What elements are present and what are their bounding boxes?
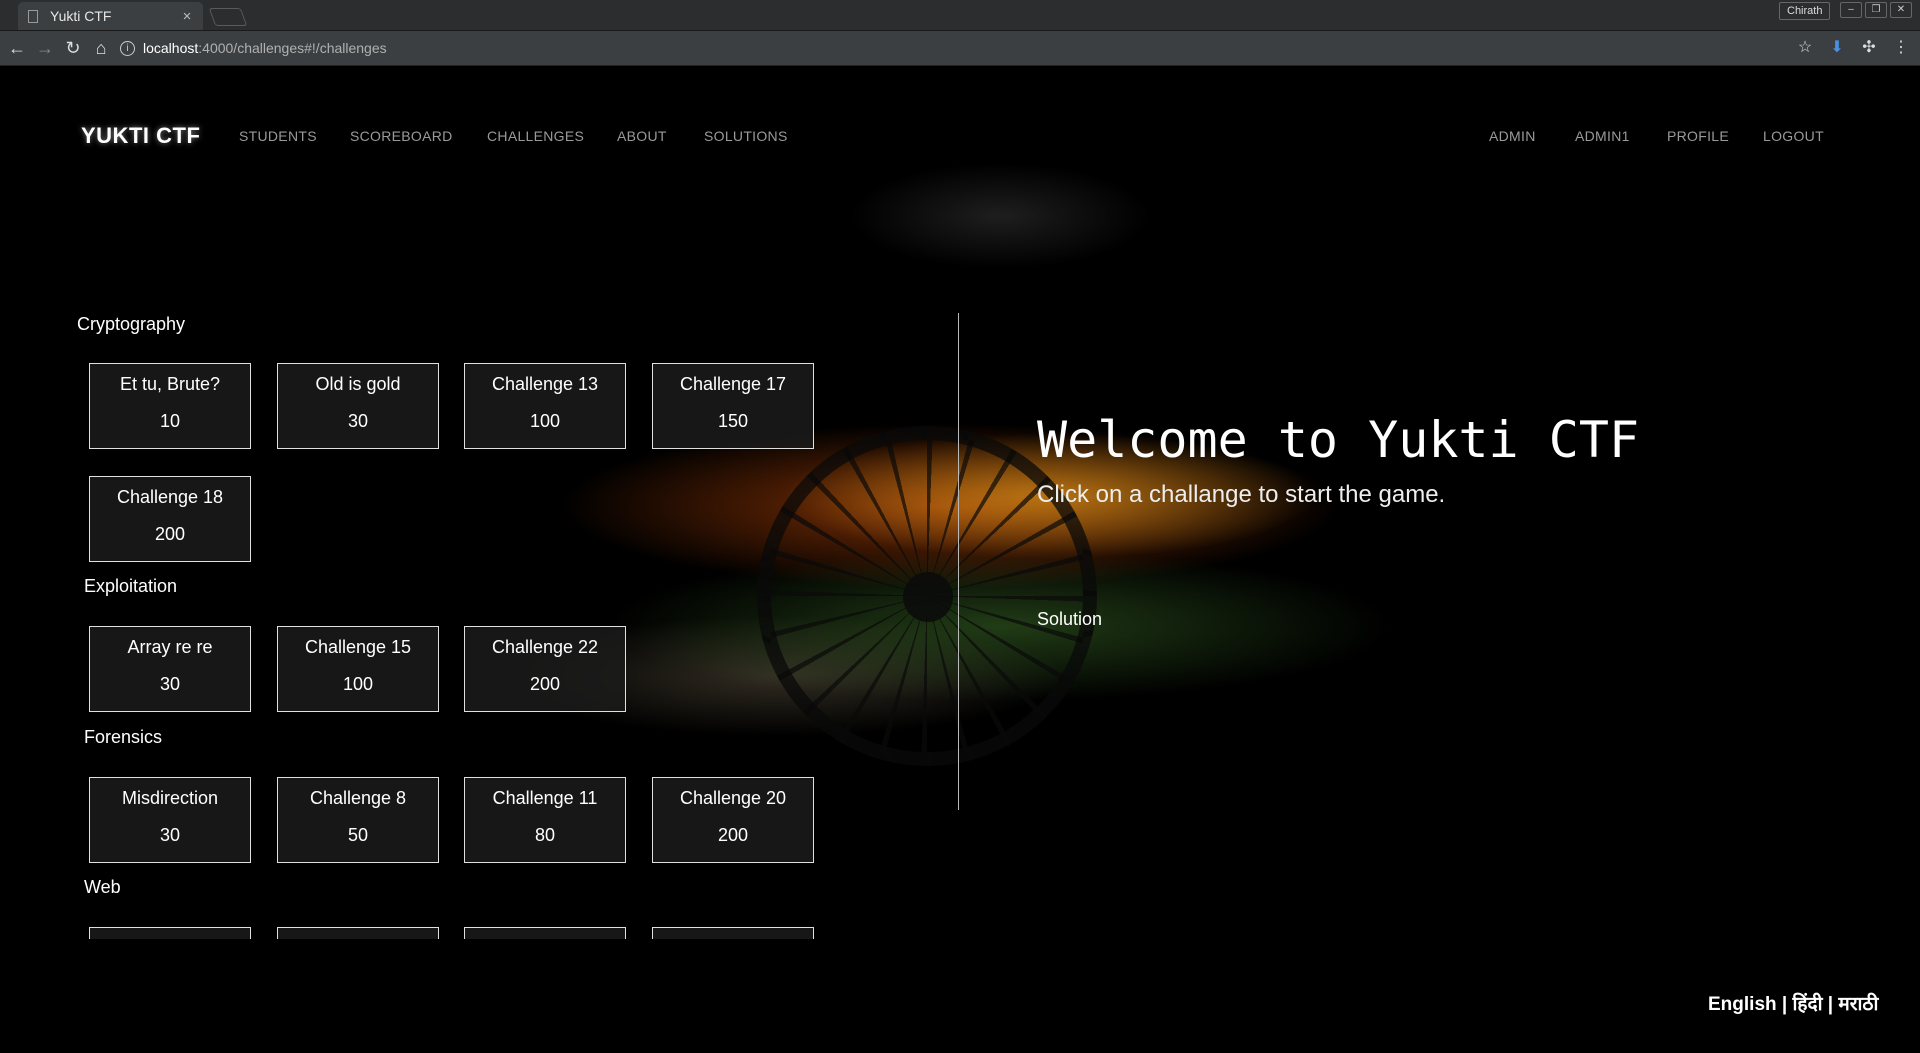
challenge-card[interactable]: Challenge 11 80 — [464, 777, 626, 863]
restore-icon[interactable]: ❐ — [1865, 2, 1887, 18]
challenge-name: Old is gold — [315, 374, 401, 394]
url-path: :4000/challenges#!/challenges — [198, 40, 387, 56]
challenge-card[interactable]: Challenge 17 150 — [652, 363, 814, 449]
category-web: Web — [84, 877, 121, 897]
challenge-card[interactable]: Challenge 20 200 — [652, 777, 814, 863]
challenge-name: Challenge 13 — [491, 374, 599, 394]
browser-tab[interactable]: Yukti CTF × — [18, 2, 203, 30]
challenge-name: Array re re — [127, 637, 213, 657]
challenge-points: 100 — [529, 411, 561, 431]
challenge-name: Challenge 8 — [309, 788, 407, 808]
challenge-name: Challenge 15 — [304, 637, 412, 657]
challenge-points: 200 — [529, 674, 561, 694]
profile-chip[interactable]: Chirath — [1779, 2, 1831, 20]
new-tab-button[interactable] — [208, 8, 248, 26]
challenge-name: Misdirection — [121, 788, 219, 808]
tab-close-icon[interactable]: × — [177, 8, 197, 25]
challenge-points: 200 — [154, 524, 186, 544]
challenge-points: 80 — [534, 825, 556, 845]
challenge-points: 30 — [159, 825, 181, 845]
challenge-card[interactable] — [89, 927, 251, 939]
challenge-name: Challenge 22 — [491, 637, 599, 657]
category-forensics: Forensics — [84, 727, 163, 747]
page-icon — [28, 9, 38, 23]
challenge-name: Challenge 20 — [679, 788, 787, 808]
info-icon[interactable]: i — [120, 40, 135, 56]
challenge-card[interactable]: Et tu, Brute? 10 — [89, 363, 251, 449]
nav-logout[interactable]: LOGOUT — [1763, 128, 1824, 144]
vertical-divider — [958, 313, 959, 810]
extension-icon[interactable]: ✣ — [1858, 37, 1880, 59]
window-controls: – ❐ ✕ — [1840, 2, 1912, 18]
solution-link[interactable]: Solution — [1037, 609, 1102, 630]
challenge-card[interactable]: Old is gold 30 — [277, 363, 439, 449]
welcome-heading: Welcome to Yukti CTF — [1037, 411, 1640, 469]
challenge-points: 150 — [717, 411, 749, 431]
welcome-subtitle: Click on a challange to start the game. — [1037, 481, 1446, 508]
challenge-points: 100 — [342, 674, 374, 694]
challenge-points: 50 — [347, 825, 369, 845]
browser-tab-strip: Yukti CTF × Chirath – ❐ ✕ — [0, 0, 1920, 31]
challenge-name: Challenge 17 — [679, 374, 787, 394]
download-icon[interactable]: ⬇ — [1826, 37, 1848, 59]
back-icon[interactable]: ← — [6, 37, 28, 59]
forward-icon[interactable]: → — [34, 37, 56, 59]
nav-admin1[interactable]: ADMIN1 — [1575, 128, 1630, 144]
challenge-card[interactable]: Challenge 8 50 — [277, 777, 439, 863]
language-switcher[interactable]: English | हिंदी | मराठी — [1708, 990, 1878, 1016]
category-exploitation: Exploitation — [84, 576, 178, 596]
challenge-points: 30 — [159, 674, 181, 694]
challenge-card[interactable]: Challenge 13 100 — [464, 363, 626, 449]
challenge-card[interactable] — [652, 927, 814, 939]
challenge-card[interactable] — [277, 927, 439, 939]
challenge-points: 30 — [347, 411, 369, 431]
challenge-card[interactable]: Array re re 30 — [89, 626, 251, 712]
reload-icon[interactable]: ↻ — [62, 37, 84, 59]
close-window-icon[interactable]: ✕ — [1890, 2, 1912, 18]
minimize-icon[interactable]: – — [1840, 2, 1862, 18]
address-bar[interactable]: i localhost :4000/challenges#!/challenge… — [120, 35, 1800, 61]
challenge-name: Et tu, Brute? — [119, 374, 221, 394]
challenge-card[interactable]: Challenge 18 200 — [89, 476, 251, 562]
nav-admin[interactable]: ADMIN — [1489, 128, 1536, 144]
menu-icon[interactable]: ⋮ — [1890, 37, 1912, 59]
challenge-points: 10 — [159, 411, 181, 431]
toolbar: ← → ↻ ⌂ i localhost :4000/challenges#!/c… — [0, 31, 1920, 66]
challenge-list: Cryptography Et tu, Brute? 10 Old is gol… — [0, 66, 960, 939]
nav-profile[interactable]: PROFILE — [1667, 128, 1729, 144]
challenge-name: Challenge 11 — [492, 788, 598, 808]
challenge-card[interactable]: Misdirection 30 — [89, 777, 251, 863]
challenge-card[interactable] — [464, 927, 626, 939]
category-cryptography: Cryptography — [77, 314, 186, 334]
tab-title: Yukti CTF — [50, 8, 112, 24]
challenge-card[interactable]: Challenge 22 200 — [464, 626, 626, 712]
url-host: localhost — [143, 40, 199, 56]
page: YUKTI CTF STUDENTS SCOREBOARD CHALLENGES… — [0, 66, 1920, 1053]
challenge-card[interactable]: Challenge 15 100 — [277, 626, 439, 712]
challenge-name: Challenge 18 — [116, 487, 224, 507]
home-icon[interactable]: ⌂ — [90, 37, 112, 59]
challenge-points: 200 — [717, 825, 749, 845]
bookmark-star-icon[interactable]: ☆ — [1794, 37, 1816, 59]
